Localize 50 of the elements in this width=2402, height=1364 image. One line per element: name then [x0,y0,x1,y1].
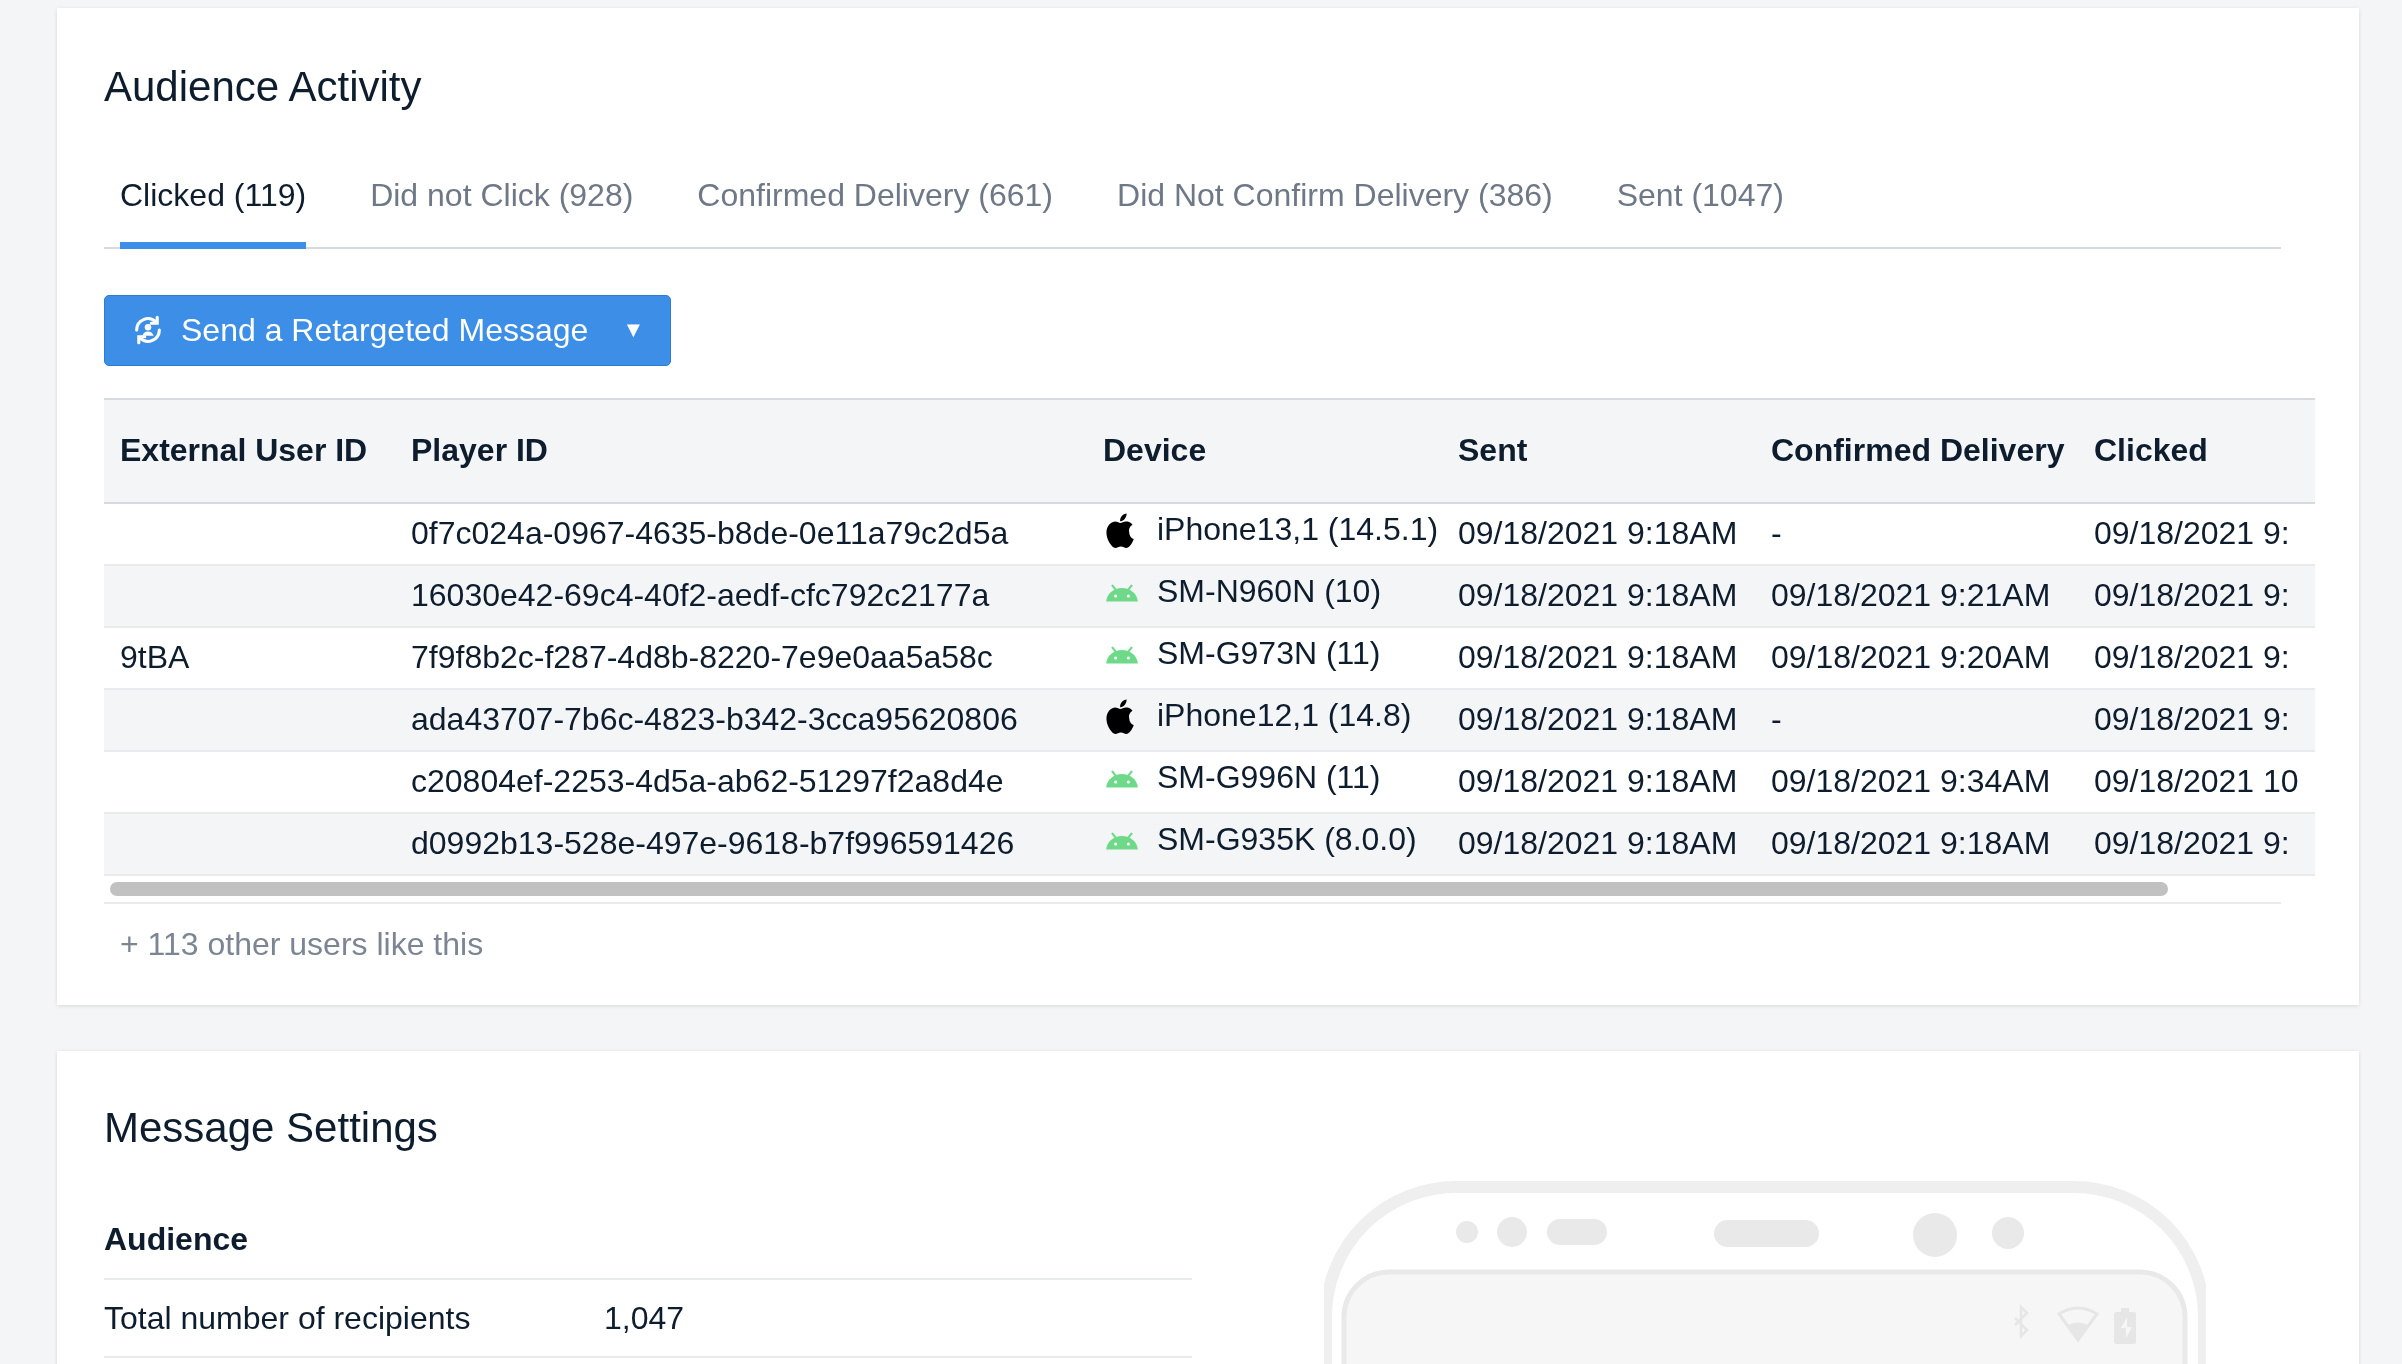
column-header: Sent [1442,398,1755,503]
tab[interactable]: Did Not Confirm Delivery (386) [1117,176,1553,249]
table-cell: 09/18/2021 9:18AM [1458,825,1738,862]
tab[interactable]: Clicked (119) [120,176,307,249]
horizontal-scrollbar[interactable] [110,881,2168,896]
table-cell: - [1771,515,1782,552]
table-cell: 16030e42-69c4-40f2-aedf-cfc792c2177a [411,577,990,614]
table-cell: SM-N960N (10) [1157,573,1382,611]
table-cell: SM-G973N (11) [1157,635,1381,673]
table-cell: 09/18/2021 9:18AM [1458,515,1738,552]
table-cell: 09/18/2021 9:21AM [1771,577,2051,614]
table-cell: 9tBA [120,639,190,676]
table-cell: 09/18/2021 9:18AM [1771,825,2051,862]
table-cell: c20804ef-2253-4d5a-ab62-51297f2a8d4e [411,763,1004,800]
table-cell: 09/18/2021 10 [2094,763,2299,800]
table-cell: 09/18/2021 9:18AM [1458,763,1738,800]
table-cell: 09/18/2021 9: [2094,577,2290,614]
section-title: Audience Activity [104,62,423,112]
table-cell: 09/18/2021 9:18AM [1458,701,1738,738]
column-header: External User ID [104,398,395,503]
tab[interactable]: Confirmed Delivery (661) [697,176,1053,249]
table-cell: 09/18/2021 9: [2094,515,2290,552]
subsection-heading: Audience [104,1221,1192,1281]
table-cell: iPhone12,1 (14.8) [1157,697,1412,735]
table-cell: d0992b13-528e-497e-9618-b7f996591426 [411,825,1015,862]
table-cell: 09/18/2021 9:20AM [1771,639,2051,676]
table-cell: 09/18/2021 9: [2094,639,2290,676]
table-cell: iPhone13,1 (14.5.1) [1157,511,1439,549]
send-retargeted-message-button[interactable]: Send a Retargeted Message ▼ [104,294,672,366]
table-cell: SM-G996N (11) [1157,759,1381,797]
table-cell: 09/18/2021 9: [2094,701,2290,738]
table-cell: SM-G935K (8.0.0) [1157,821,1417,859]
table-cell: ada43707-7b6c-4823-b342-3cca95620806 [411,701,1018,738]
setting-label: Total number of recipients [104,1299,472,1337]
table-cell: 09/18/2021 9:18AM [1458,577,1738,614]
table-cell: 0f7c024a-0967-4635-b8de-0e11a79c2d5a [411,515,1009,552]
column-header: Player ID [395,398,1087,503]
column-header: Clicked [2078,398,2315,503]
setting-value: 1,047 [604,1299,685,1337]
table-cell: 09/18/2021 9:34AM [1771,763,2051,800]
table-cell: 09/18/2021 9:18AM [1458,639,1738,676]
section-title: Message Settings [104,1102,439,1153]
table-cell: - [1771,701,1782,738]
table-cell: 7f9f8b2c-f287-4d8b-8220-7e9e0aa5a58c [411,639,993,676]
other-users-note: + 113 other users like this [119,924,485,963]
table-cell: 09/18/2021 9: [2094,825,2290,862]
tab[interactable]: Did not Click (928) [370,176,634,249]
column-header: Confirmed Delivery [1755,398,2078,503]
column-header: Device [1087,398,1442,503]
tab[interactable]: Sent (1047) [1616,176,1784,249]
